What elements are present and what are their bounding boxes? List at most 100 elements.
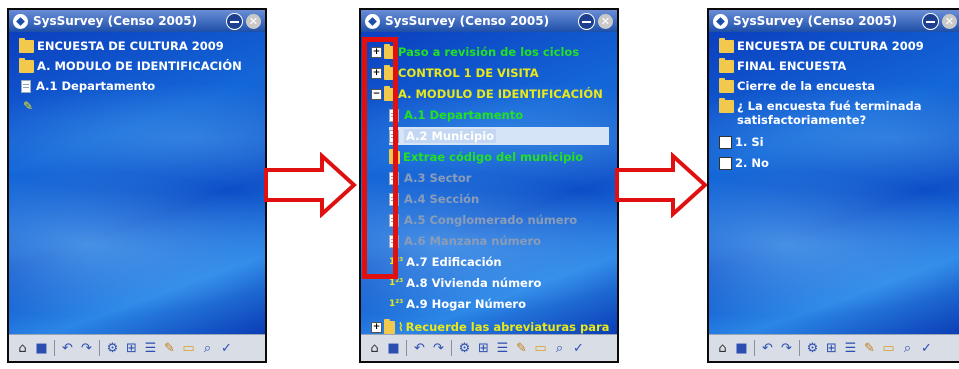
checkbox-si[interactable] — [719, 135, 732, 149]
tree-item-label: Extrae código del municipio — [403, 150, 584, 164]
window-title: SysSurvey (Censo 2005) — [733, 14, 898, 28]
tree-item-sector[interactable]: A.3 Sector — [389, 169, 471, 187]
tree-item-conglomerado[interactable]: A.5 Conglomerado número — [389, 211, 577, 229]
tree-item-departamento[interactable]: A.1 Departamento — [21, 77, 155, 95]
close-button[interactable]: ✕ — [598, 13, 613, 29]
tree-icon[interactable]: ⊞ — [476, 341, 491, 356]
check-icon[interactable]: ✓ — [219, 341, 234, 356]
redo-icon[interactable]: ↷ — [431, 341, 446, 356]
edit-icon[interactable]: ✎ — [162, 341, 177, 356]
list-icon[interactable]: ☰ — [143, 341, 158, 356]
flow-arrow-2 — [615, 152, 708, 218]
folder-icon — [719, 57, 734, 73]
tree-item-module-a[interactable]: − A. MODULO DE IDENTIFICACIÓN — [371, 85, 603, 103]
folder-icon — [384, 318, 395, 334]
tree-icon[interactable]: ⊞ — [824, 341, 839, 356]
option-si[interactable]: 1. Si — [719, 133, 764, 151]
option-label: 1. Si — [735, 135, 764, 149]
save-icon[interactable]: ■ — [386, 341, 401, 356]
tree-item-label: A. MODULO DE IDENTIFICACIÓN — [398, 87, 603, 101]
redo-icon[interactable]: ↷ — [79, 341, 94, 356]
undo-icon[interactable]: ↶ — [760, 341, 775, 356]
search-icon[interactable]: ⌕ — [200, 341, 215, 356]
close-button[interactable]: ✕ — [942, 13, 957, 29]
bottom-toolbar: ⌂ ■ ↶ ↷ ⚙ ⊞ ☰ ✎ ▭ ⌕ ✓ — [361, 334, 617, 361]
edit-icon[interactable]: ✎ — [862, 341, 877, 356]
tree-item-survey[interactable]: ENCUESTA DE CULTURA 2009 — [19, 37, 224, 55]
numeric-field-icon: 1²³ — [389, 278, 404, 288]
tree-item-extrae-codigo[interactable]: Extrae código del municipio — [389, 148, 583, 166]
tree-item-survey[interactable]: ENCUESTA DE CULTURA 2009 — [719, 37, 924, 55]
open-folder-icon — [719, 37, 734, 53]
option-no[interactable]: 2. No — [719, 154, 769, 172]
tree-item-label: Recuerde las abreviaturas para — [405, 320, 610, 334]
settings-icon[interactable]: ⚙ — [457, 341, 472, 356]
tree-item-municipio-selected[interactable]: A.2 Municipio — [389, 127, 609, 145]
tree-item-departamento[interactable]: A.1 Departamento — [389, 106, 523, 124]
settings-icon[interactable]: ⚙ — [105, 341, 120, 356]
numeric-field-icon: 1²³ — [389, 299, 404, 309]
open-folder-icon[interactable]: ▭ — [533, 341, 548, 356]
tree-item-final-encuesta[interactable]: FINAL ENCUESTA — [719, 57, 846, 75]
tree-item-label: Cierre de la encuesta — [737, 79, 875, 93]
open-folder-icon — [19, 37, 34, 53]
home-icon[interactable]: ⌂ — [715, 341, 730, 356]
survey-window-3: SysSurvey (Censo 2005) ✕ ENCUESTA DE CUL… — [707, 8, 959, 363]
tree-item-vivienda[interactable]: 1²³ A.8 Vivienda número — [389, 274, 541, 292]
highlight-box — [362, 37, 398, 279]
toolbar-divider — [54, 340, 55, 356]
title-bar: SysSurvey (Censo 2005) ✕ — [9, 10, 265, 32]
undo-icon[interactable]: ↶ — [412, 341, 427, 356]
save-icon[interactable]: ■ — [734, 341, 749, 356]
minimize-button[interactable] — [578, 12, 595, 30]
search-icon[interactable]: ⌕ — [552, 341, 567, 356]
question-text-continued: satisfactoriamente? — [737, 111, 866, 129]
app-logo-icon — [365, 13, 380, 29]
redo-icon[interactable]: ↷ — [779, 341, 794, 356]
toolbar-divider — [451, 340, 452, 356]
tree-item-edificacion[interactable]: 1²³ A.7 Edificación — [389, 253, 502, 271]
close-button[interactable]: ✕ — [246, 13, 261, 29]
tree-item-manzana[interactable]: A.6 Manzana número — [389, 232, 541, 250]
option-label: 2. No — [735, 156, 769, 170]
tree-item-cierre[interactable]: Cierre de la encuesta — [719, 77, 875, 95]
settings-icon[interactable]: ⚙ — [805, 341, 820, 356]
survey-window-1: SysSurvey (Censo 2005) ✕ ENCUESTA DE CUL… — [7, 8, 267, 363]
home-icon[interactable]: ⌂ — [15, 341, 30, 356]
home-icon[interactable]: ⌂ — [367, 341, 382, 356]
search-icon[interactable]: ⌕ — [900, 341, 915, 356]
open-folder-icon[interactable]: ▭ — [181, 341, 196, 356]
tree-item-label: A.5 Conglomerado número — [404, 213, 578, 227]
tree-item-module-a[interactable]: A. MODULO DE IDENTIFICACIÓN — [19, 57, 242, 75]
save-icon[interactable]: ■ — [34, 341, 49, 356]
attachment-icon: ⌇ — [398, 320, 404, 334]
minimize-button[interactable] — [226, 12, 243, 30]
tree-item-label: CONTROL 1 DE VISITA — [398, 66, 539, 80]
list-icon[interactable]: ☰ — [843, 341, 858, 356]
app-logo-icon — [713, 13, 728, 29]
tree-icon[interactable]: ⊞ — [124, 341, 139, 356]
tree-item-revision[interactable]: + Paso a revisión de los ciclos — [371, 43, 579, 61]
question-folder-icon — [719, 97, 734, 113]
checkbox-no[interactable] — [719, 156, 732, 170]
undo-icon[interactable]: ↶ — [60, 341, 75, 356]
tree-item-seccion[interactable]: A.4 Sección — [389, 190, 479, 208]
folder-icon — [719, 77, 734, 93]
tree-item-label: A.1 Departamento — [404, 108, 524, 122]
tree-view: + Paso a revisión de los ciclos + CONTRO… — [361, 32, 617, 335]
edit-icon[interactable]: ✎ — [514, 341, 529, 356]
toolbar-divider — [99, 340, 100, 356]
expand-icon[interactable]: + — [371, 321, 382, 333]
tree-item-edit[interactable]: ✎ — [23, 97, 33, 115]
tree-item-hogar[interactable]: 1²³ A.9 Hogar Número — [389, 295, 526, 313]
tree-item-label: A. MODULO DE IDENTIFICACIÓN — [37, 59, 242, 73]
tree-item-label: A.4 Sección — [404, 192, 480, 206]
question-line-2: satisfactoriamente? — [737, 113, 867, 127]
list-icon[interactable]: ☰ — [495, 341, 510, 356]
check-icon[interactable]: ✓ — [919, 341, 934, 356]
minimize-button[interactable] — [922, 12, 939, 30]
open-folder-icon[interactable]: ▭ — [881, 341, 896, 356]
app-logo-icon — [13, 13, 28, 29]
tree-item-label: A.9 Hogar Número — [406, 297, 527, 311]
check-icon[interactable]: ✓ — [571, 341, 586, 356]
